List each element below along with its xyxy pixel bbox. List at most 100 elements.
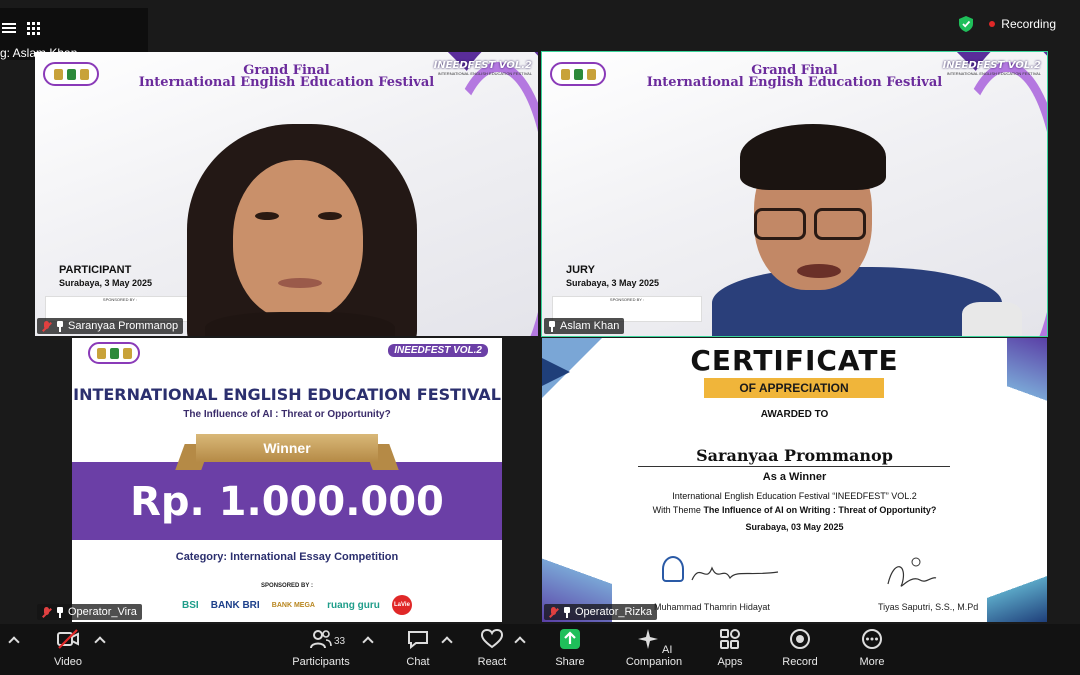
audio-options-caret-icon[interactable]: [8, 636, 20, 648]
banner-date: Surabaya, 3 May 2025: [59, 278, 153, 288]
apps-icon: [720, 629, 740, 649]
security-shield-icon: [959, 16, 974, 32]
role-label: JURY: [566, 264, 595, 276]
ai-companion-button[interactable]: AI Companion: [616, 628, 692, 668]
recording-label: Recording: [1001, 17, 1056, 31]
decor-corner: [987, 552, 1047, 622]
grid-view-icon[interactable]: [27, 22, 40, 35]
banner-title-line2: International English Education Festival: [646, 75, 943, 90]
recording-dot-icon: [989, 21, 996, 27]
event-logo-sub: INTERNATIONAL ENGLISH EDUCATION FESTIVAL: [946, 71, 1041, 76]
sponsor-logos: BSI BANK BRI BANK MEGA ruang guru LaVie: [182, 594, 412, 616]
more-button[interactable]: More: [856, 628, 888, 668]
role-label: PARTICIPANT: [59, 264, 132, 276]
mic-muted-icon: [41, 606, 52, 618]
banner-date: Surabaya, 3 May 2025: [566, 278, 660, 288]
mic-muted-icon: [41, 320, 52, 332]
meeting-toolbar: Video Participants 33 Chat React Share A…: [0, 624, 1080, 675]
menu-icon[interactable]: [2, 21, 16, 35]
video-options-caret-icon[interactable]: [94, 636, 106, 648]
video-label: Video: [54, 656, 82, 668]
participants-options-caret-icon[interactable]: [362, 636, 374, 648]
meeting-window: g: Aslam Khan Recording Grand Final Inte…: [0, 0, 1080, 675]
record-label: Record: [782, 656, 818, 668]
chat-options-caret-icon[interactable]: [441, 636, 453, 648]
jury-glasses-right: [814, 208, 866, 240]
react-button[interactable]: React: [474, 628, 510, 668]
prize-amount: Rp. 1.000.000: [130, 479, 444, 525]
react-label: React: [477, 656, 507, 668]
as-winner-label: As a Winner: [762, 471, 827, 483]
sponsor-logo: ruang guru: [327, 599, 380, 611]
sparkle-icon: [637, 629, 658, 649]
certificate-date: Surabaya, 03 May 2025: [745, 522, 844, 532]
video-tile-participant[interactable]: Grand Final International English Educat…: [35, 52, 538, 336]
sponsor-logo: BANK BRI: [210, 599, 260, 611]
chat-button[interactable]: Chat: [400, 628, 436, 668]
participants-button[interactable]: Participants: [290, 628, 352, 668]
more-label: More: [859, 656, 885, 668]
participant-name: Operator_Vira: [68, 606, 137, 618]
heart-icon: [480, 628, 504, 649]
event-logo-sub: INTERNATIONAL ENGLISH EDUCATION FESTIVAL: [437, 71, 532, 76]
awarded-to-label: AWARDED TO: [760, 409, 829, 420]
video-button[interactable]: Video: [48, 628, 88, 668]
sponsored-by-label: SPONSORED BY :: [261, 583, 313, 589]
competition-category: Category: International Essay Competitio…: [175, 551, 399, 563]
event-logo: INEEDFEST VOL.2: [942, 60, 1041, 71]
chat-icon: [408, 631, 428, 650]
signature-2: [887, 557, 937, 587]
share-button[interactable]: Share: [552, 628, 588, 668]
recording-indicator[interactable]: Recording: [959, 16, 1056, 32]
event-logo: INEEDFEST VOL.2: [433, 60, 532, 71]
sponsor-logo: BANK MEGA: [271, 601, 315, 609]
winner-slide: INEEDFEST VOL.2 INTERNATIONAL ENGLISH ED…: [72, 338, 502, 622]
recipient-underline: [638, 466, 950, 467]
more-icon: [862, 629, 882, 649]
theme-prefix: With Theme: [652, 505, 704, 515]
participant-eye: [255, 212, 279, 220]
participant-name: Aslam Khan: [560, 320, 620, 332]
name-tag: Operator_Rizka: [544, 604, 658, 620]
video-tile-operator-rizka[interactable]: CERTIFICATE OF APPRECIATION AWARDED TO S…: [542, 338, 1047, 622]
winner-ribbon: Winner: [196, 434, 378, 462]
participant-name: Operator_Rizka: [575, 606, 653, 618]
top-bar: g: Aslam Khan Recording: [0, 0, 1080, 60]
react-options-caret-icon[interactable]: [514, 636, 526, 648]
jury-mouth: [797, 264, 841, 278]
sponsored-by-label: SPONSORED BY :: [609, 297, 645, 302]
event-logo: INEEDFEST VOL.2: [388, 344, 488, 357]
name-tag: Operator_Vira: [37, 604, 142, 620]
recipient-name: Saranyaa Prommanop: [696, 446, 893, 465]
participants-count: 33: [334, 636, 346, 647]
mic-muted-icon: [548, 606, 559, 618]
pin-icon: [548, 320, 556, 332]
sponsor-logo: LaVie: [391, 595, 412, 615]
pin-icon: [56, 320, 64, 332]
participant-eye: [318, 212, 342, 220]
banner-title-line2: International English Education Festival: [138, 75, 435, 90]
participant-mouth: [278, 278, 322, 288]
signature-stamp: [662, 556, 684, 582]
apps-button[interactable]: Apps: [712, 628, 748, 668]
participant-name: Saranyaa Prommanop: [68, 320, 179, 332]
signatory-1: Muhammad Thamrin Hidayat: [654, 602, 770, 612]
certificate-subtitle: OF APPRECIATION: [704, 378, 884, 398]
pin-icon: [56, 606, 64, 618]
jury-shoulders: [712, 267, 1002, 336]
share-label: Share: [555, 656, 585, 668]
certificate-event-line: International English Education Festival…: [672, 491, 917, 501]
participants-label: Participants: [292, 656, 350, 668]
video-tile-jury[interactable]: Grand Final International English Educat…: [541, 51, 1048, 337]
theme-text: The Influence of AI on Writing : Threat …: [703, 505, 937, 515]
record-button[interactable]: Record: [782, 628, 818, 668]
sponsor-logo: BSI: [182, 599, 199, 611]
signature-1: [691, 566, 779, 581]
jury-hair: [740, 124, 886, 190]
video-tile-operator-vira[interactable]: INEEDFEST VOL.2 INTERNATIONAL ENGLISH ED…: [35, 338, 538, 622]
certificate-theme-line: With Theme The Influence of AI on Writin…: [542, 505, 1047, 515]
name-tag: Aslam Khan: [544, 318, 625, 334]
winner-slide-title: INTERNATIONAL ENGLISH EDUCATION FESTIVAL: [73, 385, 501, 404]
pin-icon: [563, 606, 571, 618]
jury-jacket-detail: [962, 302, 1022, 336]
